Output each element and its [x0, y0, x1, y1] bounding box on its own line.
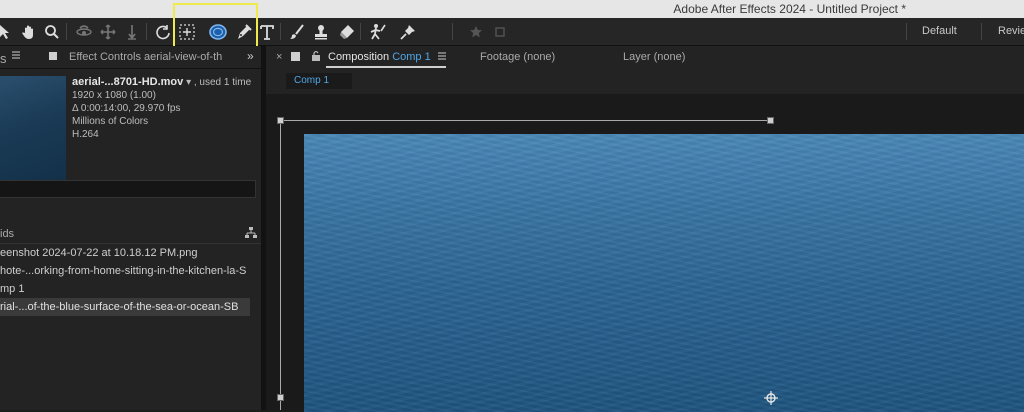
tab-layer[interactable]: Layer (none)	[623, 46, 685, 68]
hand-tool-icon[interactable]	[18, 18, 40, 45]
footage-codec: H.264	[72, 129, 99, 140]
dolly-tool-icon[interactable]	[121, 18, 143, 45]
window-title: Adobe After Effects 2024 - Untitled Proj…	[673, 2, 906, 16]
workspace-review[interactable]: Revie	[998, 18, 1024, 45]
column-name-header[interactable]: ids	[0, 228, 14, 240]
clone-stamp-tool-icon[interactable]	[310, 18, 332, 45]
footage-thumbnail	[0, 76, 66, 186]
panel-menu-icon[interactable]	[11, 50, 21, 63]
window-titlebar: Adobe After Effects 2024 - Untitled Proj…	[0, 0, 1024, 18]
dropdown-triangle-icon[interactable]: ▾	[186, 77, 191, 88]
tab-effect-controls[interactable]: Effect Controls aerial-view-of-th	[69, 51, 245, 63]
tab-composition-name: Comp 1	[392, 51, 431, 63]
eraser-tool-icon[interactable]	[336, 18, 358, 45]
ocean-footage-layer[interactable]	[304, 134, 1024, 412]
composition-panel: × Composition Comp 1 Footage (none) Laye…	[266, 46, 1024, 412]
pen-tool-icon[interactable]	[233, 18, 255, 45]
footage-info: aerial-...8701-HD.mov ▾ , used 1 time 19…	[72, 76, 251, 141]
chevron-right-icon[interactable]: »	[247, 49, 254, 63]
workspace-default[interactable]: Default	[922, 18, 957, 45]
project-search-input[interactable]	[0, 180, 256, 198]
project-item-comp[interactable]: mp 1	[0, 280, 250, 298]
footage-resolution: 1920 x 1080 (1.00)	[72, 90, 156, 101]
lock-icon[interactable]	[311, 50, 321, 65]
project-item-screenshot[interactable]: eenshot 2024-07-22 at 10.18.12 PM.png	[0, 244, 250, 262]
transform-handle-top-left[interactable]	[277, 117, 284, 124]
zoom-tool-icon[interactable]	[41, 18, 63, 45]
tab-footage[interactable]: Footage (none)	[480, 46, 555, 68]
selection-tool-icon[interactable]	[0, 18, 16, 45]
close-icon[interactable]: s	[0, 51, 7, 66]
transform-handle-left-center[interactable]	[277, 394, 284, 401]
transform-handle-top-center[interactable]	[767, 117, 774, 124]
pan-tool-icon[interactable]	[97, 18, 119, 45]
brush-tool-icon[interactable]	[286, 18, 308, 45]
project-item-photo[interactable]: hote-...orking-from-home-sitting-in-the-…	[0, 262, 250, 280]
comp-flow-breadcrumb[interactable]: Comp 1	[286, 73, 352, 89]
close-tab-icon[interactable]: ×	[276, 51, 282, 63]
tab-composition-label: Composition	[328, 51, 390, 63]
frame-left-edge	[280, 120, 281, 410]
tools-toolbar: Default Revie	[0, 18, 1024, 46]
panel-menu-icon[interactable]	[437, 51, 447, 64]
footage-colors: Millions of Colors	[72, 116, 149, 127]
left-panel-tabs: s Effect Controls aerial-view-of-th »	[0, 46, 261, 69]
composition-icon	[291, 52, 300, 61]
roto-brush-tool-icon[interactable]	[367, 18, 389, 45]
footage-duration: Δ 0:00:14:00, 29.970 fps	[72, 103, 181, 114]
frame-top-edge	[280, 120, 770, 121]
effect-controls-lock-icon[interactable]	[49, 52, 57, 60]
project-item-aerial-footage[interactable]: rial-...of-the-blue-surface-of-the-sea-o…	[0, 298, 250, 316]
puppet-pin-tool-icon[interactable]	[397, 18, 419, 45]
project-panel: s Effect Controls aerial-view-of-th » ae…	[0, 46, 261, 410]
type-tool-icon[interactable]	[256, 18, 278, 45]
orbit-tool-icon[interactable]	[73, 18, 95, 45]
footage-used: , used 1 time	[193, 77, 252, 88]
anchor-point-icon[interactable]	[764, 391, 778, 405]
project-list-header: ids	[0, 227, 261, 244]
star-icon[interactable]	[465, 18, 487, 45]
ellipse-tool-icon[interactable]	[205, 18, 231, 45]
composition-viewer[interactable]	[266, 94, 1024, 412]
active-tab-underline	[326, 66, 446, 68]
footage-name: aerial-...8701-HD.mov	[72, 76, 184, 88]
pan-behind-tool-icon[interactable]	[176, 18, 198, 45]
snapping-icon[interactable]	[489, 18, 511, 45]
tab-composition[interactable]: Composition Comp 1	[328, 46, 431, 68]
hierarchy-icon[interactable]	[245, 227, 257, 242]
rotate-tool-icon[interactable]	[152, 18, 174, 45]
